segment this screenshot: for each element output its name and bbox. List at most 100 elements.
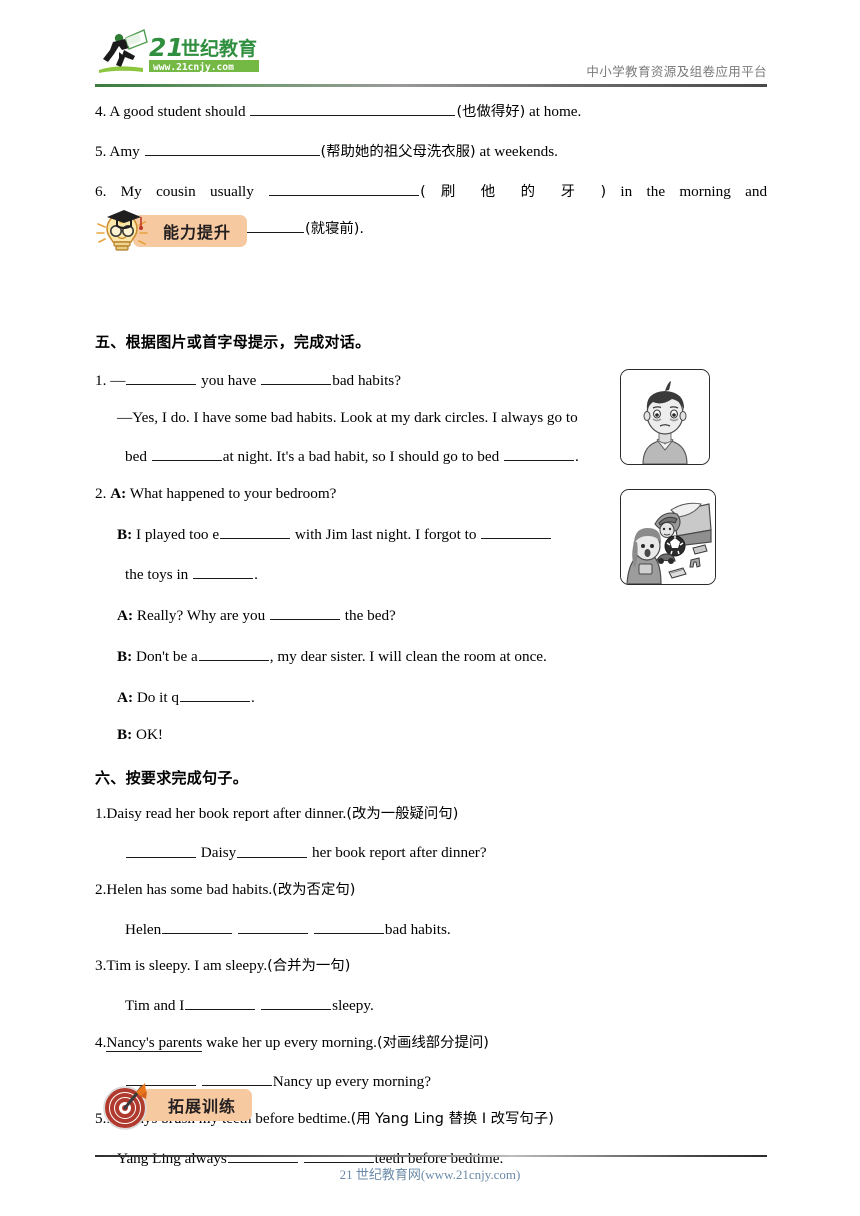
answer-blank[interactable] [126,841,196,858]
answer-blank[interactable] [201,1070,272,1087]
translation-item-6: 6. My cousin usually ( 刷 他 的 牙 ) in the … [95,180,767,202]
answer-blank[interactable] [313,918,384,934]
answer-blank[interactable] [250,100,456,117]
item-word: My [120,182,142,200]
answer-blank[interactable] [162,918,233,934]
prompt-text: Daisy read her book report after dinner. [106,804,347,822]
prompt-text: Tim is sleepy. I am sleepy. [106,957,268,975]
answer-blank[interactable] [185,994,256,1011]
item-hint: (就寝前). [305,221,364,238]
translation-item-4: 4. A good student should (也做得好) at home. [95,100,767,122]
instruction: (合并为一句) [267,958,351,975]
item-number: 4. [95,103,107,121]
answer-blank[interactable] [481,523,552,539]
answer-blank[interactable] [269,180,420,196]
translation-item-5: 5. Amy (帮助她的祖父母洗衣服) at weekends. [95,140,767,162]
rewrite-item-3-answer: Tim and I sleepy. [95,994,767,1016]
item-word: usually [210,182,254,200]
item-suffix: at home. [529,103,582,121]
instruction: (用 Yang Ling 替换 I 改写句子) [350,1110,554,1127]
dialogue-2-line-7: B: OK! [95,726,767,745]
section-six-heading: 六、按要求完成句子。 [95,768,249,787]
rewrite-item-3-prompt: 3.Tim is sleepy. I am sleepy.(合并为一句) [95,957,767,976]
dialogue-2-line-5: B: Don't be a , my dear sister. I will cl… [95,645,767,667]
rewrite-item-4-prompt: 4.Nancy's parents wake her up every morn… [95,1033,767,1053]
prompt-text: Helen has some bad habits. [106,881,273,899]
dialogue-text: . [254,566,258,584]
dialogue-2-line-4: A: Really? Why are you the bed? [95,604,767,626]
header-divider [95,84,767,87]
rewrite-item-2-prompt: 2.Helen has some bad habits.(改为否定句) [95,881,767,900]
speaker-label: A: [117,688,134,706]
dash: — [110,372,126,390]
worksheet-page: 21 世纪教育 www.21cnjy.com 中小学教育资源及组卷应用平台 4.… [0,0,860,1216]
header-platform-label: 中小学教育资源及组卷应用平台 [586,64,767,79]
lightbulb-graduate-icon [95,206,149,258]
answer-blank[interactable] [151,445,222,462]
answer-text: her book report after dinner? [312,844,487,862]
underlined-phrase: Nancy's parents [106,1033,203,1052]
item-word: morning [679,182,731,200]
instruction: (改为一般疑问句) [346,805,459,822]
dialogue-text: What happened to your bedroom? [129,485,337,503]
item-number: 2. [95,485,107,503]
badge-pill: 拓展训练 [138,1089,253,1121]
answer-blank[interactable] [220,523,291,539]
dialogue-text: Do it q [136,688,180,706]
item-suffix: at weekends. [479,142,558,160]
item-word: and [745,182,768,200]
dialogue-text: OK! [135,726,163,744]
answer-blank[interactable] [198,645,269,661]
answer-text: Tim and I [125,997,185,1015]
answer-blank[interactable] [244,217,304,234]
item-word: cousin [156,182,196,200]
answer-text: Helen [125,920,162,938]
answer-blank[interactable] [261,994,332,1011]
svg-text:世纪教育: 世纪教育 [181,37,257,60]
section-five-heading: 五、根据图片或首字母提示，完成对话。 [95,333,371,351]
picture-boy-dark-circles [620,369,710,465]
answer-blank[interactable] [180,686,251,702]
footer-divider [95,1155,767,1158]
item-hint: (也做得好) [456,104,526,121]
item-number: 1. [95,372,107,390]
dialogue-2-line-6: A: Do it q. [95,686,767,708]
item-number: 3. [95,957,107,975]
answer-blank[interactable] [144,140,320,156]
dialogue-text: —Yes, I do. I have some bad habits. Look… [117,408,578,426]
item-hint: ( 刷 他 的 牙 ) [420,183,607,200]
brand-logo: 21 世纪教育 www.21cnjy.com [95,26,295,78]
item-number: 1. [95,804,107,822]
speaker-label: A: [110,485,127,503]
answer-blank[interactable] [261,369,332,386]
answer-blank[interactable] [237,841,308,858]
answer-blank[interactable] [269,604,340,621]
worksheet-content: 4. A good student should (也做得好) at home.… [95,100,767,1208]
item-hint: (帮助她的祖父母洗衣服) [320,143,476,160]
picture-messy-bedroom [620,489,716,585]
rewrite-item-1-answer: Daisy her book report after dinner? [95,841,767,863]
rewrite-item-1-prompt: 1.Daisy read her book report after dinne… [95,805,767,824]
running-person-icon [103,29,148,67]
dialogue-text: . [575,448,579,466]
answer-text: sleepy. [332,997,374,1015]
dartboard-arrow-icon [100,1080,154,1132]
dialogue-text: . [251,688,255,706]
badge-label: 拓展训练 [168,1097,237,1116]
speaker-label: B: [117,525,133,543]
dialogue-text: the toys in [125,566,189,584]
dialogue-text: with Jim last night. I forgot to [294,525,477,543]
speaker-label: B: [117,726,133,744]
answer-blank[interactable] [193,563,254,580]
answer-blank[interactable] [126,369,197,386]
page-header: 21 世纪教育 www.21cnjy.com 中小学教育资源及组卷应用平台 [95,26,767,84]
dialogue-text: bed [125,448,147,466]
answer-text: Daisy [200,844,237,862]
badge-pill: 能力提升 [133,215,248,247]
answer-blank[interactable] [504,445,575,462]
answer-blank[interactable] [238,918,309,934]
speaker-label: A: [117,607,134,625]
item-number: 4. [95,1033,107,1051]
instruction: (对画线部分提问) [376,1034,489,1051]
item-word: in [620,182,633,200]
